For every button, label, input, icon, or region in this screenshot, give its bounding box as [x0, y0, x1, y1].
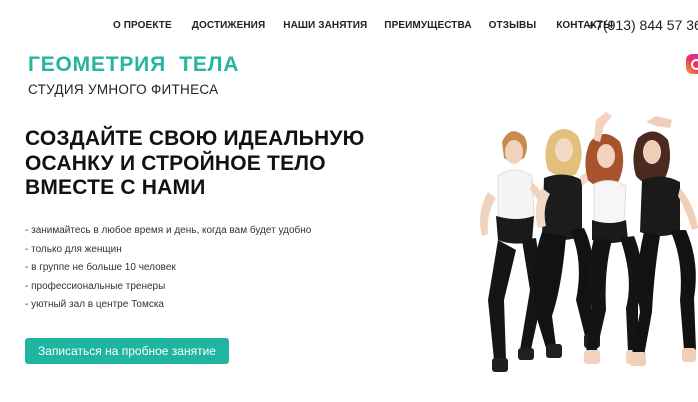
- nav-item-advantages[interactable]: ПРЕИМУЩЕСТВА: [384, 20, 471, 31]
- woman-figure: [630, 116, 698, 366]
- feature-item: - профессиональные тренеры: [25, 280, 166, 292]
- group-of-four-women-photo: [480, 112, 698, 372]
- headline-line: ОСАНКУ И СТРОЙНОЕ ТЕЛО: [25, 151, 326, 175]
- headline-line: СОЗДАЙТЕ СВОЮ ИДЕАЛЬНУЮ: [25, 127, 365, 150]
- main-nav: О ПРОЕКТЕ ДОСТИЖЕНИЯ НАШИ ЗАНЯТИЯ ПРЕИМУ…: [113, 20, 613, 31]
- feature-item: - только для женщин: [25, 243, 122, 255]
- hero-photo: [450, 112, 698, 402]
- phone-link[interactable]: +7(913) 844 57 36: [587, 17, 698, 33]
- woman-figure: [584, 112, 643, 364]
- nav-item-reviews[interactable]: ОТЗЫВЫ: [489, 20, 537, 31]
- feature-list: - занимайтесь в любое время и день, когд…: [25, 222, 311, 315]
- nav-item-about[interactable]: О ПРОЕКТЕ: [113, 20, 172, 31]
- trial-signup-button[interactable]: Записаться на пробное занятие: [25, 338, 229, 364]
- nav-item-achievements[interactable]: ДОСТИЖЕНИЯ: [192, 20, 265, 31]
- hero-headline: СОЗДАЙТЕ СВОЮ ИДЕАЛЬНУЮ ОСАНКУ И СТРОЙНО…: [25, 127, 385, 201]
- instagram-icon[interactable]: [686, 54, 698, 74]
- feature-item: - уютный зал в центре Томска: [25, 299, 164, 310]
- brand-subtitle: СТУДИЯ УМНОГО ФИТНЕСА: [28, 82, 219, 97]
- nav-item-classes[interactable]: НАШИ ЗАНЯТИЯ: [283, 20, 367, 31]
- brand-title[interactable]: ГЕОМЕТРИЯ ТЕЛА: [28, 53, 239, 77]
- headline-line: ВМЕСТЕ С НАМИ: [25, 176, 206, 199]
- feature-item: - в группе не больше 10 человек: [25, 262, 176, 273]
- feature-item: - занимайтесь в любое время и день, когд…: [25, 225, 312, 236]
